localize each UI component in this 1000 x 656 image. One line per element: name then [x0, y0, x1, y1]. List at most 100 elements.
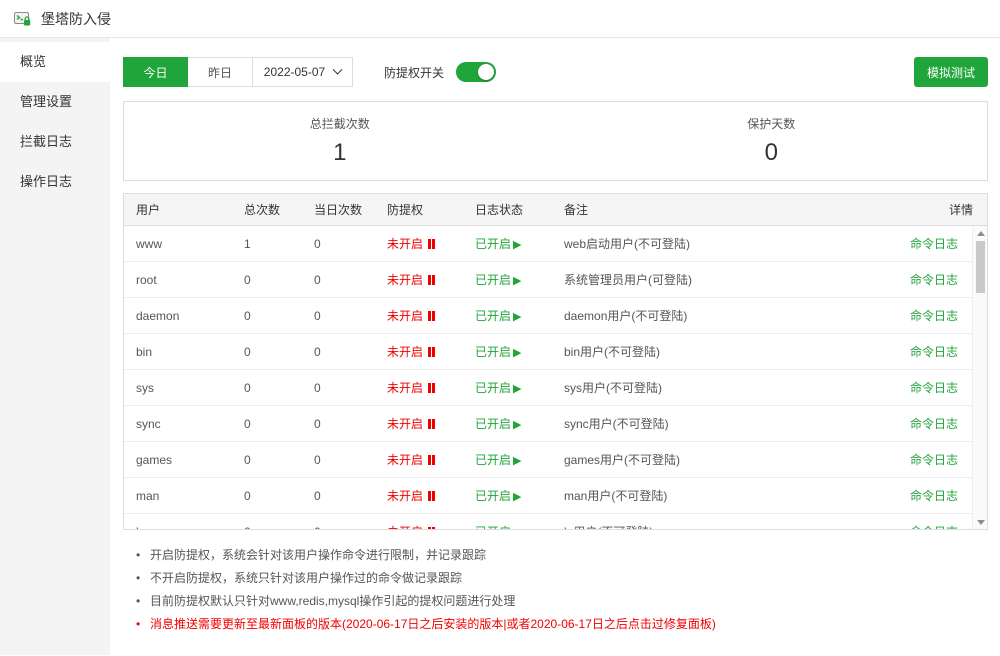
log-status[interactable]: 已开启▶	[463, 415, 552, 432]
log-status[interactable]: 已开启▶	[463, 235, 552, 252]
sidebar-item-overview[interactable]: 概览	[0, 42, 110, 82]
cell-user: root	[124, 273, 232, 287]
command-log-link[interactable]: 命令日志	[910, 381, 958, 395]
play-icon: ▶	[513, 455, 521, 467]
log-status[interactable]: 已开启▶	[463, 343, 552, 360]
table-row: www 1 0 未开启 已开启▶ web启动用户(不可登陆) 命令日志	[124, 226, 972, 262]
pause-icon	[426, 382, 435, 396]
app-title: 堡塔防入侵	[41, 9, 111, 29]
table-row: sync 0 0 未开启 已开启▶ sync用户(不可登陆) 命令日志	[124, 406, 972, 442]
cell-user: bin	[124, 345, 232, 359]
stat-label: 保护天数	[556, 115, 988, 132]
sidebar: 概览 管理设置 拦截日志 操作日志	[0, 38, 110, 655]
log-status[interactable]: 已开启▶	[463, 523, 552, 529]
privilege-status[interactable]: 未开启	[375, 523, 463, 529]
play-icon: ▶	[513, 239, 521, 251]
cell-today-count: 0	[302, 381, 375, 395]
pause-icon	[426, 310, 435, 324]
table-row: daemon 0 0 未开启 已开启▶ daemon用户(不可登陆) 命令日志	[124, 298, 972, 334]
cell-note: games用户(不可登陆)	[552, 451, 877, 468]
command-log-link[interactable]: 命令日志	[910, 237, 958, 251]
scroll-down-icon[interactable]	[973, 515, 987, 529]
command-log-link[interactable]: 命令日志	[910, 273, 958, 287]
stat-protected-days: 保护天数 0	[556, 102, 988, 180]
log-status[interactable]: 已开启▶	[463, 379, 552, 396]
topbar: 堡塔防入侵	[0, 0, 1000, 38]
yesterday-button[interactable]: 昨日	[188, 57, 253, 87]
cell-note: bin用户(不可登陆)	[552, 343, 877, 360]
table-rows: www 1 0 未开启 已开启▶ web启动用户(不可登陆) 命令日志 root…	[124, 226, 972, 529]
cell-total-count: 0	[232, 345, 302, 359]
command-log-link[interactable]: 命令日志	[910, 417, 958, 431]
stat-value: 1	[124, 139, 556, 167]
table-scrollbar[interactable]	[972, 226, 987, 529]
header-privilege: 防提权	[375, 201, 463, 218]
header-total-count: 总次数	[232, 201, 302, 218]
note-warning: 消息推送需要更新至最新面板的版本(2020-06-17日之后安装的版本|或者20…	[133, 613, 988, 636]
cell-user: sync	[124, 417, 232, 431]
note-item: 不开启防提权，系统只针对该用户操作过的命令做记录跟踪	[133, 567, 988, 590]
cell-total-count: 0	[232, 453, 302, 467]
privilege-status[interactable]: 未开启	[375, 379, 463, 396]
sidebar-item-intercept-log[interactable]: 拦截日志	[0, 122, 110, 162]
cell-user: www	[124, 237, 232, 251]
cell-note: sys用户(不可登陆)	[552, 379, 877, 396]
stats-panel: 总拦截次数 1 保护天数 0	[123, 101, 988, 181]
pause-icon	[426, 526, 435, 529]
cell-total-count: 0	[232, 273, 302, 287]
main-content: 今日 昨日 2022-05-07 防提权开关 模拟测试 总拦截次数 1	[110, 38, 1000, 655]
toggle-knob-icon	[478, 64, 494, 80]
cell-note: daemon用户(不可登陆)	[552, 307, 877, 324]
scroll-up-icon[interactable]	[973, 226, 987, 240]
today-button[interactable]: 今日	[123, 57, 188, 87]
cell-note: lp用户(不可登陆)	[552, 523, 877, 529]
simulate-test-button[interactable]: 模拟测试	[914, 57, 988, 87]
note-item: 开启防提权，系统会针对该用户操作命令进行限制，并记录跟踪	[133, 544, 988, 567]
date-value: 2022-05-07	[264, 65, 325, 79]
command-log-link[interactable]: 命令日志	[910, 309, 958, 323]
table-row: sys 0 0 未开启 已开启▶ sys用户(不可登陆) 命令日志	[124, 370, 972, 406]
controls-bar: 今日 昨日 2022-05-07 防提权开关 模拟测试	[123, 57, 988, 87]
cell-user: man	[124, 489, 232, 503]
stat-label: 总拦截次数	[124, 115, 556, 132]
privilege-status[interactable]: 未开启	[375, 307, 463, 324]
scrollbar-thumb[interactable]	[976, 241, 985, 293]
stat-value: 0	[556, 139, 988, 167]
command-log-link[interactable]: 命令日志	[910, 453, 958, 467]
cell-note: man用户(不可登陆)	[552, 487, 877, 504]
header-user: 用户	[124, 201, 232, 218]
play-icon: ▶	[513, 383, 521, 395]
privilege-status[interactable]: 未开启	[375, 271, 463, 288]
sidebar-item-operation-log[interactable]: 操作日志	[0, 162, 110, 202]
privilege-status[interactable]: 未开启	[375, 343, 463, 360]
cell-today-count: 0	[302, 237, 375, 251]
log-status[interactable]: 已开启▶	[463, 307, 552, 324]
cell-today-count: 0	[302, 273, 375, 287]
play-icon: ▶	[513, 527, 521, 529]
play-icon: ▶	[513, 419, 521, 431]
privilege-status[interactable]: 未开启	[375, 415, 463, 432]
chevron-down-icon	[333, 64, 343, 74]
sidebar-item-settings[interactable]: 管理设置	[0, 82, 110, 122]
privilege-status[interactable]: 未开启	[375, 235, 463, 252]
app-window: 堡塔防入侵 概览 管理设置 拦截日志 操作日志 今日 昨日 2022-05-07…	[0, 0, 1000, 656]
date-picker[interactable]: 2022-05-07	[253, 57, 353, 87]
command-log-link[interactable]: 命令日志	[910, 525, 958, 529]
log-status[interactable]: 已开启▶	[463, 487, 552, 504]
header-log-status: 日志状态	[463, 201, 552, 218]
cell-total-count: 0	[232, 309, 302, 323]
privilege-status[interactable]: 未开启	[375, 487, 463, 504]
table-body: www 1 0 未开启 已开启▶ web启动用户(不可登陆) 命令日志 root…	[124, 226, 987, 529]
privilege-status[interactable]: 未开启	[375, 451, 463, 468]
cell-total-count: 1	[232, 237, 302, 251]
table-row: bin 0 0 未开启 已开启▶ bin用户(不可登陆) 命令日志	[124, 334, 972, 370]
command-log-link[interactable]: 命令日志	[910, 489, 958, 503]
privilege-toggle[interactable]	[456, 62, 496, 82]
log-status[interactable]: 已开启▶	[463, 451, 552, 468]
cell-total-count: 0	[232, 489, 302, 503]
table-row: lp 0 0 未开启 已开启▶ lp用户(不可登陆) 命令日志	[124, 514, 972, 529]
log-status[interactable]: 已开启▶	[463, 271, 552, 288]
command-log-link[interactable]: 命令日志	[910, 345, 958, 359]
play-icon: ▶	[513, 347, 521, 359]
play-icon: ▶	[513, 491, 521, 503]
